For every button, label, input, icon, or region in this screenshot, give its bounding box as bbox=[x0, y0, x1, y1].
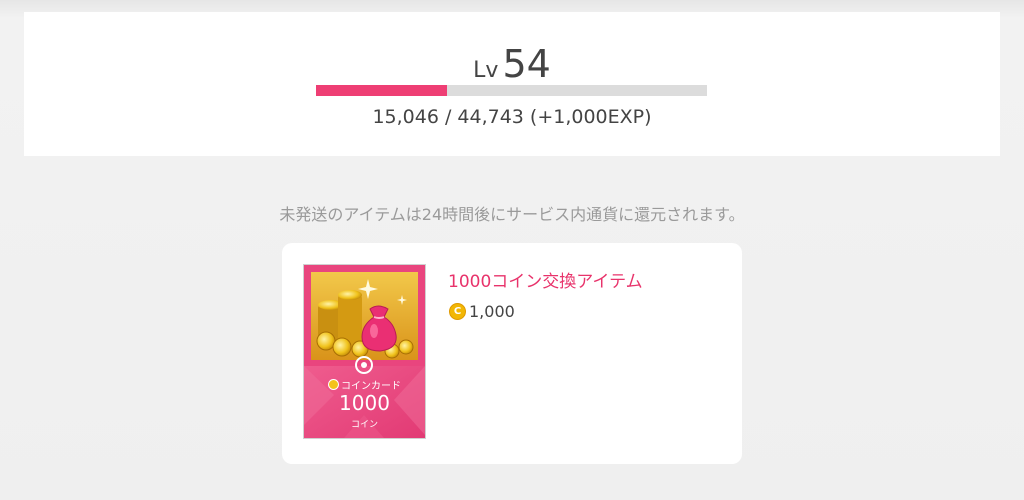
level-panel: Lv 54 15,046 / 44,743 (+1,000EXP) bbox=[24, 12, 1000, 156]
level-prefix: Lv bbox=[473, 58, 499, 83]
coin-card-amount: 1000 bbox=[339, 391, 390, 415]
item-card[interactable]: コインカード 1000 コイン 1000コイン交換アイテム C 1,000 bbox=[282, 243, 742, 464]
level-display: Lv 54 bbox=[24, 42, 1000, 86]
item-price: C 1,000 bbox=[449, 301, 515, 321]
item-price-value: 1,000 bbox=[469, 301, 515, 321]
exp-progress-fill bbox=[316, 85, 448, 96]
notice-text: 未発送のアイテムは24時間後にサービス内通貨に還元されます。 bbox=[279, 205, 745, 224]
coin-card-image: コインカード 1000 コイン bbox=[303, 264, 426, 439]
item-title: 1000コイン交換アイテム bbox=[448, 272, 643, 292]
coin-icon bbox=[328, 379, 339, 390]
exp-progress-bar bbox=[316, 85, 707, 96]
result-screen: Lv 54 15,046 / 44,743 (+1,000EXP) 未発送のアイテ… bbox=[0, 0, 1024, 500]
exp-text: 15,046 / 44,743 (+1,000EXP) bbox=[372, 106, 652, 128]
coin-card-unit: コイン bbox=[350, 420, 378, 430]
coin-card-caption: コインカード bbox=[304, 377, 425, 392]
level-value: 54 bbox=[502, 42, 551, 86]
coin-icon: C bbox=[449, 302, 466, 320]
